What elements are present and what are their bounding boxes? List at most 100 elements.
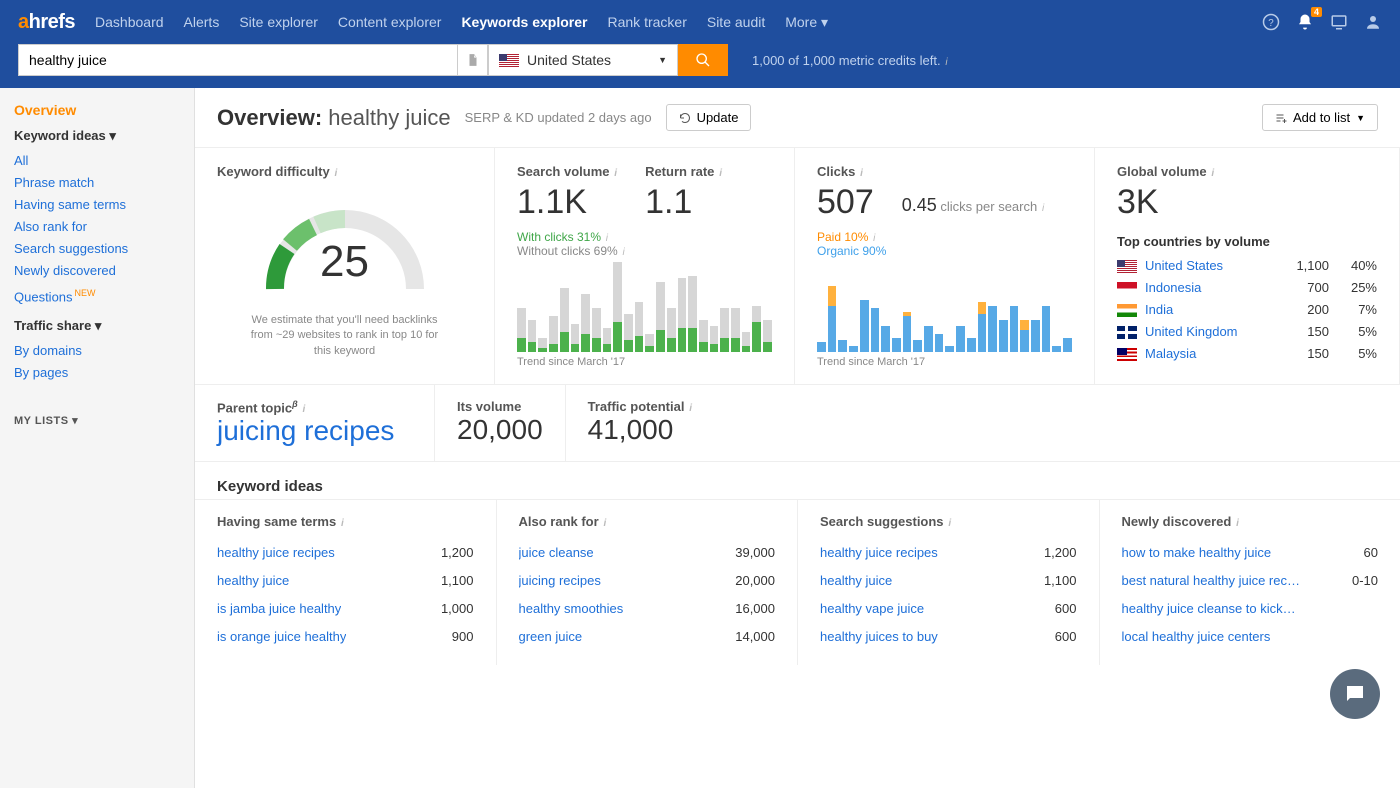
idea-row: juice cleanse39,000	[519, 539, 776, 567]
idea-volume: 900	[452, 623, 474, 651]
country-name[interactable]: United States	[1145, 255, 1271, 277]
country-name[interactable]: Malaysia	[1145, 343, 1271, 365]
keyword-difficulty-card: Keyword difficulty i 25 We estimate that…	[195, 148, 495, 384]
main-content: Overview: healthy juice SERP & KD update…	[195, 88, 1400, 788]
keyword-ideas-title: Keyword ideas	[195, 462, 1400, 499]
nav-item[interactable]: Dashboard	[95, 14, 164, 31]
clicks-trend-caption: Trend since March '17	[817, 356, 1072, 368]
nav-item[interactable]: Site audit	[707, 14, 765, 31]
idea-column: Having same terms i healthy juice recipes…	[195, 500, 497, 665]
clicks-value: 507	[817, 183, 874, 222]
country-name[interactable]: United Kingdom	[1145, 321, 1271, 343]
idea-keyword[interactable]: is orange juice healthy	[217, 623, 346, 651]
nav-item[interactable]: Content explorer	[338, 14, 442, 31]
idea-row: green juice14,000	[519, 623, 776, 651]
idea-keyword[interactable]: is jamba juice healthy	[217, 595, 341, 623]
sidebar-item[interactable]: By pages	[14, 362, 194, 384]
idea-row: healthy juice 1,100	[217, 567, 474, 595]
country-row: United Kingdom1505%	[1117, 321, 1377, 343]
idea-row: healthy juice cleanse to kick…	[1122, 595, 1379, 623]
user-icon[interactable]	[1364, 13, 1382, 31]
nav-item[interactable]: Site explorer	[239, 14, 318, 31]
top-nav: ahrefs Dashboard Alerts Site explorer Conte…	[0, 0, 1400, 44]
credits-text: 1,000 of 1,000 metric credits left. i	[752, 53, 948, 68]
chat-icon[interactable]	[1330, 669, 1380, 719]
sidebar-item[interactable]: Phrase match	[14, 172, 194, 194]
its-volume-value: 20,000	[457, 414, 543, 446]
country-select[interactable]: United States ▼	[488, 44, 678, 76]
idea-row: healthy juices to buy600	[820, 623, 1077, 651]
return-value: 1.1	[645, 183, 722, 222]
idea-keyword[interactable]: healthy juices to buy	[820, 623, 938, 651]
sidebar-overview[interactable]: Overview	[14, 102, 194, 118]
idea-volume: 1,200	[1044, 539, 1077, 567]
idea-keyword[interactable]: healthy juice recipes	[217, 539, 335, 567]
idea-row: local healthy juice centers	[1122, 623, 1379, 651]
flag-us-icon	[499, 54, 519, 67]
global-value: 3K	[1117, 183, 1377, 222]
flag-icon	[1117, 282, 1137, 295]
sidebar-traffic-title[interactable]: Traffic share ▾	[14, 318, 194, 334]
update-button[interactable]: Update	[666, 104, 752, 131]
ideas-grid: Having same terms i healthy juice recipes…	[195, 499, 1400, 665]
idea-keyword[interactable]: healthy juice	[217, 567, 289, 595]
help-icon[interactable]: ?	[1262, 13, 1280, 31]
idea-volume: 600	[1055, 595, 1077, 623]
sidebar-item[interactable]: Newly discovered	[14, 260, 194, 282]
sidebar-item[interactable]: QuestionsNEW	[14, 282, 194, 308]
add-to-list-button[interactable]: Add to list ▼	[1262, 104, 1378, 131]
idea-keyword[interactable]: best natural healthy juice rec…	[1122, 567, 1300, 595]
country-volume: 1,100	[1279, 255, 1329, 277]
file-icon[interactable]	[458, 44, 488, 76]
idea-volume: 1,100	[441, 567, 474, 595]
idea-column-head: Newly discovered i	[1122, 514, 1379, 529]
svg-text:?: ?	[1268, 18, 1274, 29]
without-clicks-text: Without clicks 69% i	[517, 244, 772, 258]
idea-column-head: Also rank for i	[519, 514, 776, 529]
kd-help-text: We estimate that you'll need backlinks f…	[245, 313, 445, 359]
nav-item[interactable]: Alerts	[184, 14, 220, 31]
sidebar: Overview Keyword ideas ▾ AllPhrase match…	[0, 88, 195, 788]
keyword-input[interactable]	[18, 44, 458, 76]
sidebar-item[interactable]: By domains	[14, 340, 194, 362]
sidebar-my-lists[interactable]: MY LISTS ▾	[14, 414, 194, 427]
kd-label: Keyword difficulty i	[217, 164, 472, 179]
screen-icon[interactable]	[1330, 13, 1348, 31]
logo[interactable]: ahrefs	[18, 11, 75, 34]
sidebar-item[interactable]: Search suggestions	[14, 238, 194, 260]
kd-value: 25	[255, 237, 435, 287]
clicks-trend-chart	[817, 272, 1072, 352]
nav-item[interactable]: More ▾	[785, 14, 828, 31]
metrics-row: Keyword difficulty i 25 We estimate that…	[195, 148, 1400, 385]
sidebar-item[interactable]: Also rank for	[14, 216, 194, 238]
idea-keyword[interactable]: local healthy juice centers	[1122, 623, 1271, 651]
sidebar-item[interactable]: All	[14, 150, 194, 172]
country-pct: 5%	[1337, 321, 1377, 343]
idea-keyword[interactable]: healthy juice recipes	[820, 539, 938, 567]
nav-item[interactable]: Keywords explorer	[461, 14, 587, 31]
parent-topic-value[interactable]: juicing recipes	[217, 415, 412, 447]
idea-column-head: Search suggestions i	[820, 514, 1077, 529]
idea-column-head: Having same terms i	[217, 514, 474, 529]
idea-keyword[interactable]: juice cleanse	[519, 539, 594, 567]
idea-column: Also rank for i juice cleanse39,000juicin…	[497, 500, 799, 665]
idea-keyword[interactable]: healthy juice cleanse to kick…	[1122, 595, 1296, 623]
updated-text: SERP & KD updated 2 days ago	[465, 110, 652, 125]
idea-keyword[interactable]: green juice	[519, 623, 583, 651]
idea-keyword[interactable]: healthy vape juice	[820, 595, 924, 623]
kd-gauge: 25	[255, 189, 435, 309]
idea-keyword[interactable]: healthy juice	[820, 567, 892, 595]
country-name[interactable]: India	[1145, 299, 1271, 321]
idea-keyword[interactable]: how to make healthy juice	[1122, 539, 1272, 567]
country-name[interactable]: Indonesia	[1145, 277, 1271, 299]
cps-label: clicks per search i	[940, 199, 1044, 214]
volume-label: Search volume i	[517, 164, 617, 179]
sidebar-item[interactable]: Having same terms	[14, 194, 194, 216]
idea-row: healthy smoothies16,000	[519, 595, 776, 623]
nav-item[interactable]: Rank tracker	[608, 14, 687, 31]
idea-keyword[interactable]: juicing recipes	[519, 567, 601, 595]
sidebar-ideas-title[interactable]: Keyword ideas ▾	[14, 128, 194, 144]
idea-keyword[interactable]: healthy smoothies	[519, 595, 624, 623]
bell-icon[interactable]: 4	[1296, 13, 1314, 31]
search-button[interactable]	[678, 44, 728, 76]
